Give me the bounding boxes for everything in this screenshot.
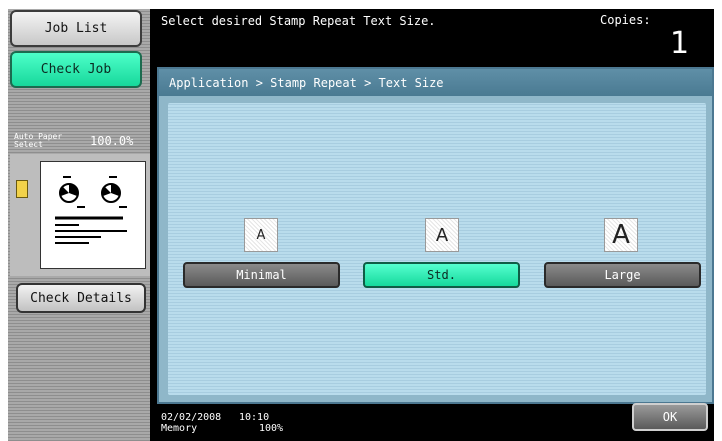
minimal-size-icon: A xyxy=(244,218,278,252)
large-size-icon: A xyxy=(604,218,638,252)
std-button[interactable]: Std. xyxy=(363,262,520,288)
large-button[interactable]: Large xyxy=(544,262,701,288)
memory-label: Memory xyxy=(161,423,198,434)
time-display: 10:10 xyxy=(239,412,270,423)
ok-button[interactable]: OK xyxy=(632,403,708,431)
preview-page xyxy=(40,161,146,269)
date-display: 02/02/2008 xyxy=(161,412,222,423)
original-document-icon xyxy=(16,180,28,198)
zoom-ratio: 100.0% xyxy=(90,134,134,148)
standard-size-icon: A xyxy=(425,218,459,252)
instruction-message: Select desired Stamp Repeat Text Size. xyxy=(161,14,436,28)
check-job-button[interactable]: Check Job xyxy=(10,51,142,88)
copies-count: 1 xyxy=(670,26,690,61)
memory-value: 100% xyxy=(259,423,284,434)
check-details-button[interactable]: Check Details xyxy=(16,283,146,313)
copies-label: Copies: xyxy=(600,13,651,27)
auto-paper-select-label: Auto Paper Select xyxy=(14,132,63,149)
breadcrumb: Application > Stamp Repeat > Text Size xyxy=(159,69,712,96)
paper-zoom-strip: Auto Paper Select 100.0% xyxy=(10,128,150,154)
status-bar xyxy=(150,404,714,441)
minimal-button[interactable]: Minimal xyxy=(183,262,340,288)
job-list-button[interactable]: Job List xyxy=(10,10,142,47)
stamp-preview-icon xyxy=(55,176,127,244)
